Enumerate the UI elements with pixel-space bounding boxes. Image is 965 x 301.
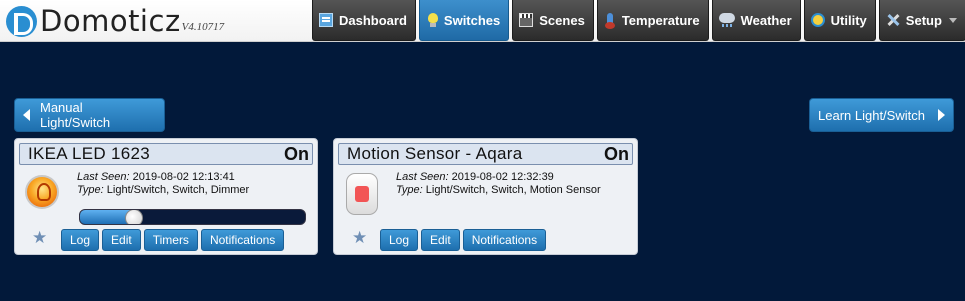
clapperboard-icon (519, 13, 534, 27)
device-buttons: Log Edit Notifications (380, 229, 549, 251)
tab-scenes-label: Scenes (539, 12, 585, 28)
tab-utility-label: Utility (830, 12, 867, 28)
log-button[interactable]: Log (380, 229, 419, 251)
learn-light-switch-label: Learn Light/Switch (818, 107, 925, 123)
tab-switches[interactable]: Switches (418, 0, 510, 41)
tools-icon (886, 13, 900, 27)
edit-button[interactable]: Edit (102, 229, 141, 251)
device-name: IKEA LED 1623 (28, 144, 151, 163)
top-header: Domoticz V4.10717 Dashboard Switches Sce… (0, 0, 965, 42)
device-name: Motion Sensor - Aqara (347, 144, 523, 163)
thermometer-icon (604, 13, 615, 29)
manual-light-switch-button[interactable]: Manual Light/Switch (14, 98, 165, 132)
dimmer-slider[interactable] (79, 209, 306, 225)
timers-button[interactable]: Timers (143, 229, 198, 251)
app-version: V4.10717 (181, 21, 225, 33)
lightbulb-icon (25, 175, 59, 209)
favorite-star-icon[interactable]: ★ (352, 229, 367, 246)
last-seen-label: Last Seen: (396, 171, 449, 183)
tab-scenes[interactable]: Scenes (512, 0, 594, 41)
notifications-button[interactable]: Notifications (462, 229, 547, 251)
last-seen-value: 2019-08-02 12:32:39 (451, 171, 554, 183)
tab-setup[interactable]: Setup (878, 0, 965, 41)
type-label: Type: (77, 184, 104, 196)
device-card-header: IKEA LED 1623 On (19, 143, 313, 165)
main-nav: Dashboard Switches Scenes Temperature We… (312, 0, 965, 42)
tab-dashboard[interactable]: Dashboard (312, 0, 416, 41)
manual-light-switch-label: Manual Light/Switch (40, 100, 111, 130)
type-value: Light/Switch, Switch, Dimmer (106, 184, 250, 196)
domoticz-logo-icon (6, 5, 37, 37)
device-status: On (604, 143, 629, 164)
arrow-left-icon (23, 109, 30, 121)
device-toggle[interactable] (23, 173, 61, 215)
device-info: Last Seen: 2019-08-02 12:13:41 Type: Lig… (77, 171, 249, 197)
type-value: Light/Switch, Switch, Motion Sensor (425, 184, 601, 196)
cloud-rain-icon (718, 13, 735, 27)
arrow-right-icon (938, 109, 945, 121)
device-buttons: Log Edit Timers Notifications (61, 229, 287, 251)
notifications-button[interactable]: Notifications (200, 229, 285, 251)
tab-temperature-label: Temperature (621, 12, 700, 28)
last-seen-label: Last Seen: (77, 171, 130, 183)
favorite-star-icon[interactable]: ★ (32, 229, 47, 246)
device-card-ikea-led: IKEA LED 1623 On Last Seen: 2019-08-02 1… (14, 138, 318, 255)
last-seen-value: 2019-08-02 12:13:41 (132, 171, 235, 183)
utility-icon (810, 13, 825, 27)
device-card-header: Motion Sensor - Aqara On (338, 143, 633, 165)
learn-light-switch-button[interactable]: Learn Light/Switch (809, 98, 954, 132)
app-name: Domoticz (40, 4, 181, 38)
edit-button[interactable]: Edit (421, 229, 460, 251)
tab-weather[interactable]: Weather (711, 0, 801, 41)
type-label: Type: (396, 184, 423, 196)
device-info: Last Seen: 2019-08-02 12:32:39 Type: Lig… (396, 171, 601, 197)
tab-temperature[interactable]: Temperature (596, 0, 709, 41)
dashboard-icon (319, 13, 333, 27)
dimmer-handle[interactable] (125, 210, 143, 224)
log-button[interactable]: Log (61, 229, 100, 251)
device-toggle[interactable] (342, 173, 380, 215)
tab-utility[interactable]: Utility (803, 0, 876, 41)
device-status: On (284, 143, 309, 164)
chevron-down-icon (948, 17, 957, 23)
tab-dashboard-label: Dashboard (339, 12, 407, 28)
lightbulb-icon (427, 13, 438, 27)
tab-switches-label: Switches (443, 12, 501, 28)
device-card-motion-sensor: Motion Sensor - Aqara On Last Seen: 2019… (333, 138, 638, 255)
motion-sensor-icon (346, 173, 378, 215)
tab-setup-label: Setup (905, 12, 942, 28)
domoticz-logo[interactable]: Domoticz V4.10717 (6, 5, 224, 37)
tab-weather-label: Weather (740, 12, 792, 28)
